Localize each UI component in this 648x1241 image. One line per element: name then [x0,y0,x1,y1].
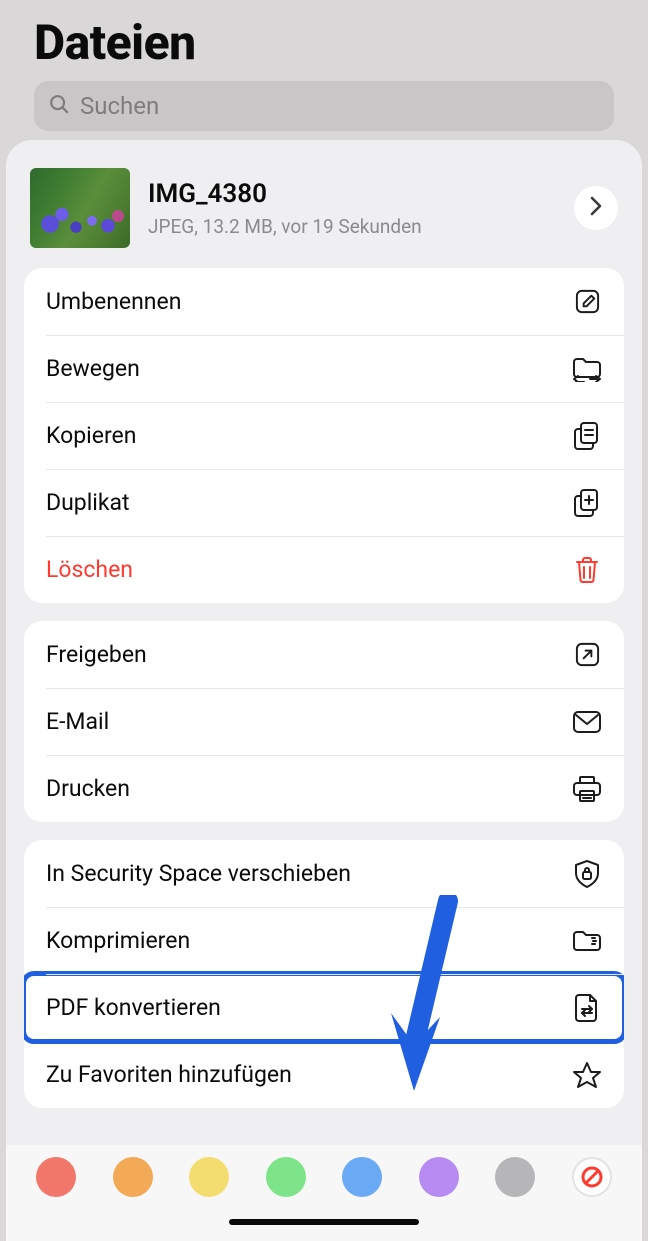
mail-icon [572,707,602,737]
tag-color[interactable] [495,1157,535,1197]
action-label: PDF konvertieren [46,994,221,1021]
print-icon [572,774,602,804]
tag-color[interactable] [113,1157,153,1197]
action-row[interactable]: PDF konvertieren [24,974,624,1041]
action-row[interactable]: Löschen [24,536,624,603]
tag-color[interactable] [36,1157,76,1197]
tag-none[interactable] [572,1157,612,1197]
action-label: Komprimieren [46,927,190,954]
search-placeholder: Suchen [80,92,159,120]
action-label: Umbenennen [46,288,181,315]
action-row[interactable]: Komprimieren [24,907,624,974]
action-label: Bewegen [46,355,140,382]
shield-lock-icon [572,859,602,889]
tag-color[interactable] [189,1157,229,1197]
context-sheet: IMG_4380 JPEG, 13.2 MB, vor 19 Sekunden … [6,140,642,1241]
file-name: IMG_4380 [148,179,556,209]
action-label: Löschen [46,556,133,583]
move-folder-icon [572,354,602,384]
file-thumbnail [30,168,130,248]
action-row[interactable]: Duplikat [24,469,624,536]
action-row[interactable]: Drucken [24,755,624,822]
file-header[interactable]: IMG_4380 JPEG, 13.2 MB, vor 19 Sekunden [24,162,624,268]
share-icon [572,640,602,670]
tag-color-row [36,1157,612,1197]
action-label: Freigeben [46,641,147,668]
sheet-bottom [6,1145,642,1241]
tag-color[interactable] [342,1157,382,1197]
action-group: In Security Space verschieben Komprimiere… [24,840,624,1108]
action-row[interactable]: Kopieren [24,402,624,469]
tag-color[interactable] [419,1157,459,1197]
action-group: Umbenennen Bewegen Kopieren Duplikat Löschen [24,268,624,603]
file-metadata: JPEG, 13.2 MB, vor 19 Sekunden [148,215,556,238]
action-row[interactable]: Umbenennen [24,268,624,335]
action-label: E-Mail [46,708,109,735]
action-label: Zu Favoriten hinzufügen [46,1061,292,1088]
action-label: Kopieren [46,422,136,449]
edit-icon [572,287,602,317]
action-group: Freigeben E-Mail Drucken [24,621,624,822]
chevron-right-icon [588,196,604,220]
action-row[interactable]: Freigeben [24,621,624,688]
pdf-icon [572,993,602,1023]
file-disclosure-button[interactable] [574,186,618,230]
copy-doc-icon [572,421,602,451]
star-icon [572,1060,602,1090]
search-icon [48,93,70,119]
zip-icon [572,926,602,956]
home-indicator [229,1219,419,1225]
duplicate-doc-icon [572,488,602,518]
tag-color[interactable] [266,1157,306,1197]
action-row[interactable]: Zu Favoriten hinzufügen [24,1041,624,1108]
action-label: Duplikat [46,489,130,516]
action-row[interactable]: E-Mail [24,688,624,755]
action-row[interactable]: In Security Space verschieben [24,840,624,907]
trash-icon [572,555,602,585]
action-row[interactable]: Bewegen [24,335,624,402]
page-title: Dateien [34,0,614,81]
action-label: Drucken [46,775,130,802]
search-input[interactable]: Suchen [34,81,614,131]
action-label: In Security Space verschieben [46,860,351,887]
